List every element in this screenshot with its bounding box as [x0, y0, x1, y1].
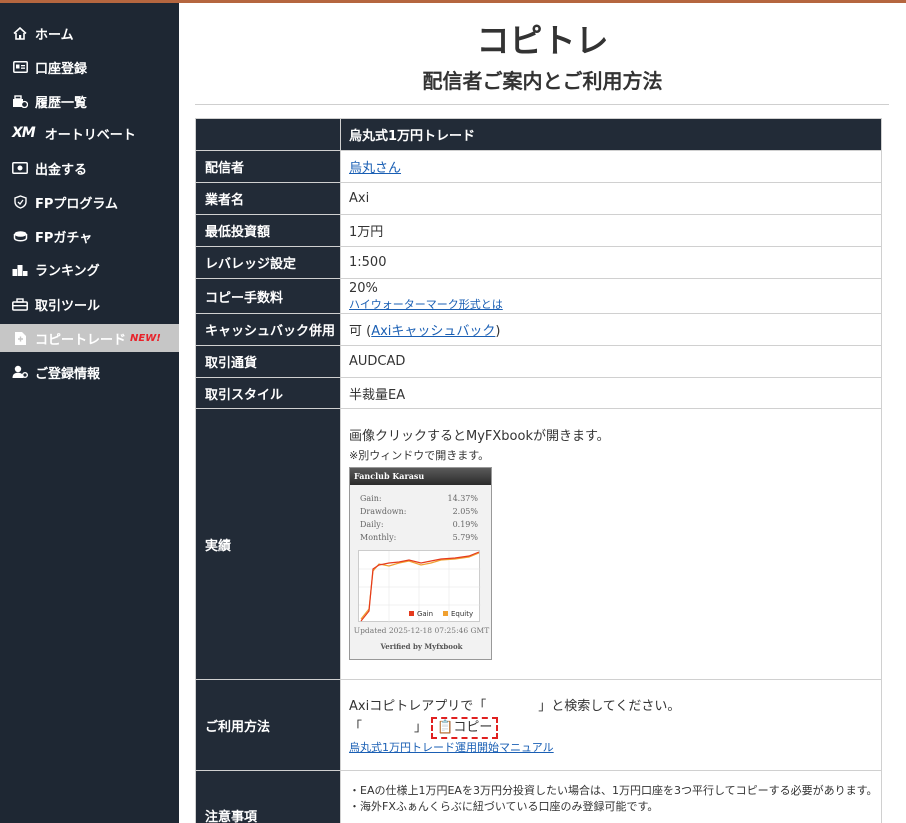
sidebar-item-label: FPガチャ — [35, 230, 93, 246]
note-item: ・EAの仕様上1万円EAを3万円分投資したい場合は、1万円口座を3つ平行してコピ… — [349, 784, 878, 797]
notes-key: 注意事項 — [195, 770, 341, 823]
table-header-title: 烏丸式1万円トレード — [340, 118, 882, 151]
table-row: 業者名 Axi — [195, 182, 882, 215]
sidebar-item-label: ご登録情報 — [35, 366, 101, 382]
style-value: 半裁量EA — [340, 377, 882, 409]
table-row: 実績 画像クリックするとMyFXbookが開きます。 ※別ウィンドウで開きます。… — [195, 408, 882, 680]
sidebar-item-copy-trade[interactable]: コピートレード NEW! — [0, 324, 179, 352]
usage-key: ご利用方法 — [195, 679, 341, 771]
new-badge: NEW! — [130, 332, 161, 344]
user-gear-icon — [12, 365, 28, 379]
sidebar-item-label: 取引ツール — [35, 298, 101, 314]
sidebar-item-label: 口座登録 — [35, 61, 88, 77]
main-content: コピトレ 配信者ご案内とご利用方法 烏丸式1万円トレード 配信者 烏丸さん 業者… — [179, 0, 906, 823]
sidebar-item-label: FPプログラム — [35, 196, 119, 212]
shield-icon — [12, 195, 28, 209]
currency-key: 取引通貨 — [195, 345, 341, 378]
copy-button[interactable]: 📋コピー — [431, 717, 499, 739]
sidebar-item-ranking[interactable]: ランキング — [0, 255, 179, 283]
sidebar-item-fp-program[interactable]: FPプログラム — [0, 188, 179, 216]
sidebar-item-home[interactable]: ホーム — [0, 19, 179, 47]
widget-updated: Updated 2025-12-18 07:25:46 GMT — [353, 626, 490, 635]
widget-verified: Verified by Myfxbook — [380, 642, 463, 651]
sidebar: ホーム 口座登録 履歴一覧 XM オートリベート 出金する FPプログラム FP… — [0, 0, 179, 823]
copy-file-icon — [12, 331, 28, 345]
widget-title: Fanclub Karasu — [350, 468, 491, 485]
table-row: レバレッジ設定 1:500 — [195, 246, 882, 279]
cashback-suffix: ) — [495, 324, 501, 339]
money-icon — [12, 161, 28, 175]
sidebar-item-label: オートリベート — [44, 127, 136, 143]
style-key: 取引スタイル — [195, 377, 341, 409]
home-icon — [12, 26, 28, 40]
sidebar-item-label: 履歴一覧 — [35, 95, 88, 111]
podium-icon — [12, 262, 28, 276]
manual-link[interactable]: 烏丸式1万円トレード運用開始マニュアル — [349, 741, 554, 754]
table-row: 烏丸式1万円トレード — [195, 118, 882, 151]
cashback-key: キャッシュバック併用 — [195, 313, 341, 346]
legend-equity: Equity — [451, 610, 473, 618]
table-row: キャッシュバック併用 可 (Axiキャッシュバック) — [195, 313, 882, 346]
table-row: 注意事項 ・EAの仕様上1万円EAを3万円分投資したい場合は、1万円口座を3つ平… — [195, 770, 882, 823]
table-row: 取引スタイル 半裁量EA — [195, 377, 882, 409]
table-row: 配信者 烏丸さん — [195, 150, 882, 183]
leverage-value: 1:500 — [340, 246, 882, 279]
sidebar-item-label: ランキング — [35, 263, 100, 279]
top-accent-line — [0, 0, 906, 3]
sidebar-item-registration-info[interactable]: ご登録情報 — [0, 358, 179, 386]
broker-value: Axi — [340, 182, 882, 215]
sidebar-item-label: ホーム — [35, 27, 74, 43]
divider — [195, 104, 889, 105]
toolbox-icon — [12, 297, 28, 311]
page-subtitle: 配信者ご案内とご利用方法 — [422, 69, 663, 93]
currency-value: AUDCAD — [340, 345, 882, 378]
note-item: ・海外FXふぁんくらぶに紐づいている口座のみ登録可能です。 — [349, 800, 659, 813]
sidebar-item-auto-rebate[interactable]: XM オートリベート — [0, 119, 179, 147]
sidebar-item-label: コピートレード — [35, 332, 127, 348]
widget-stat-monthly: Monthly: 5.79% — [360, 533, 478, 542]
history-icon — [12, 94, 28, 108]
fee-key: コピー手数料 — [195, 278, 341, 314]
broker-key: 業者名 — [195, 182, 341, 215]
table-row: コピー手数料 20% ハイウォーターマーク形式とは — [195, 278, 882, 314]
results-key: 実績 — [195, 408, 341, 680]
id-card-icon — [12, 60, 28, 74]
widget-stat-gain: Gain: 14.37% — [360, 494, 478, 503]
min-invest-value: 1万円 — [340, 214, 882, 247]
sidebar-item-fp-gacha[interactable]: FPガチャ — [0, 222, 179, 250]
usage-line: Axiコピトレアプリで「 」と検索してください。 — [349, 699, 681, 714]
results-text: 画像クリックするとMyFXbookが開きます。 — [349, 429, 610, 444]
sidebar-item-withdraw[interactable]: 出金する — [0, 154, 179, 182]
cashback-prefix: 可 ( — [349, 324, 372, 339]
sidebar-item-label: 出金する — [35, 162, 88, 178]
table-header-empty — [195, 118, 341, 151]
leverage-key: レバレッジ設定 — [195, 246, 341, 279]
info-table: 烏丸式1万円トレード 配信者 烏丸さん 業者名 Axi 最低投資額 1万円 レバ… — [195, 118, 882, 823]
axi-cashback-link[interactable]: Axiキャッシュバック — [371, 324, 495, 339]
min-invest-key: 最低投資額 — [195, 214, 341, 247]
page-title: コピトレ — [476, 21, 609, 60]
myfxbook-widget[interactable]: Fanclub Karasu Gain: 14.37% Drawdown: 2.05… — [349, 467, 492, 660]
legend-gain: Gain — [417, 610, 433, 618]
table-row: ご利用方法 Axiコピトレアプリで「 」と検索してください。 「 」 📋コピー … — [195, 679, 882, 771]
fee-value: 20% — [349, 280, 378, 296]
sidebar-item-trading-tools[interactable]: 取引ツール — [0, 290, 179, 318]
coins-icon — [12, 229, 28, 243]
table-row: 最低投資額 1万円 — [195, 214, 882, 247]
distributor-key: 配信者 — [195, 150, 341, 183]
usage-quote: 「 」 — [349, 720, 428, 735]
widget-chart: Gain Equity — [358, 550, 481, 623]
sidebar-item-history[interactable]: 履歴一覧 — [0, 87, 179, 115]
xm-logo: XM — [12, 125, 36, 141]
high-water-mark-link[interactable]: ハイウォーターマーク形式とは — [349, 298, 503, 311]
table-row: 取引通貨 AUDCAD — [195, 345, 882, 378]
widget-stat-drawdown: Drawdown: 2.05% — [360, 507, 478, 516]
widget-stat-daily: Daily: 0.19% — [360, 520, 478, 529]
sidebar-item-account-register[interactable]: 口座登録 — [0, 53, 179, 81]
gain-equity-graph: Gain Equity — [359, 551, 481, 623]
distributor-link[interactable]: 烏丸さん — [349, 161, 401, 176]
results-note: ※別ウィンドウで開きます。 — [349, 449, 490, 462]
